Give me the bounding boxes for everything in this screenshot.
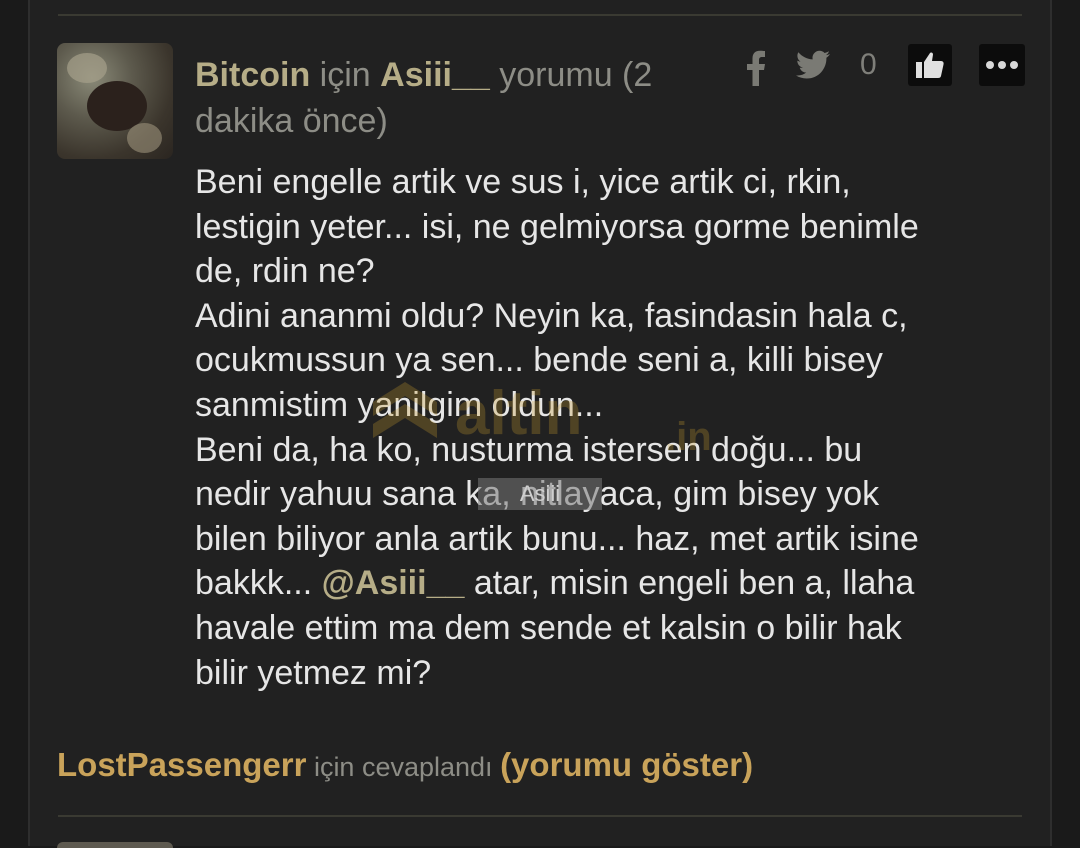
watermark-badge: Asiii: [478, 478, 602, 510]
bottom-divider: [58, 815, 1022, 817]
user-mention[interactable]: @Asiii__: [322, 564, 465, 602]
top-divider: [58, 14, 1022, 16]
comment-line: Beni da, ha ko, nusturma istersen doğu..…: [195, 430, 863, 469]
comment-line: ocukmussun ya sen... bende seni a, killi…: [195, 341, 883, 380]
reply-user-link[interactable]: LostPassengerr: [57, 746, 306, 783]
show-comment-link[interactable]: (yorumu göster): [500, 746, 753, 783]
comment-line: bilen biliyor anla artik bunu... haz, me…: [195, 519, 919, 558]
for-word: için: [319, 56, 371, 94]
author-name[interactable]: Bitcoin: [195, 56, 310, 94]
reply-middle-text: için cevaplandı: [306, 752, 501, 782]
twitter-icon[interactable]: [795, 50, 831, 82]
like-button[interactable]: [908, 44, 952, 86]
comment-line: Adini ananmi oldu? Neyin ka, fasindasin …: [195, 296, 908, 335]
like-count: 0: [860, 48, 877, 81]
comment-line: Beni engelle artik ve sus i, yice artik …: [195, 163, 851, 201]
comment-body: Beni engelle artik ve sus i, yice artik …: [195, 160, 1025, 695]
comment-line: lestigin yeter... isi, ne gelmiyorsa gor…: [195, 207, 919, 246]
thumbs-up-icon: [916, 52, 944, 78]
comment-line: de, rdin ne?: [195, 252, 375, 291]
comment-line: nedir yahuu sana ka, nitlayaca, gim bise…: [195, 475, 880, 514]
more-dots-icon: [986, 61, 994, 69]
comment-suffix: yorumu (2: [499, 56, 653, 94]
target-name[interactable]: Asiii__: [380, 56, 490, 94]
more-options-button[interactable]: [979, 44, 1025, 86]
comment-line: bilir yetmez mi?: [195, 653, 432, 692]
facebook-icon[interactable]: [745, 50, 767, 86]
author-avatar[interactable]: [57, 43, 173, 159]
comment-line: havale ettim ma dem sende et kalsin o bi…: [195, 608, 902, 647]
comment-line: sanmistim yanilgim oldun...: [195, 385, 604, 424]
comment-time: dakika önce): [195, 102, 388, 140]
next-comment-avatar: [57, 842, 173, 848]
reply-info: LostPassengerr için cevaplandı (yorumu g…: [57, 743, 753, 789]
comment-line-mention: bakkk... @Asiii__ atar, misin engeli ben…: [195, 564, 915, 603]
comment-header: Bitcoin için Asiii__ yorumu (2 dakika ön…: [195, 52, 715, 144]
